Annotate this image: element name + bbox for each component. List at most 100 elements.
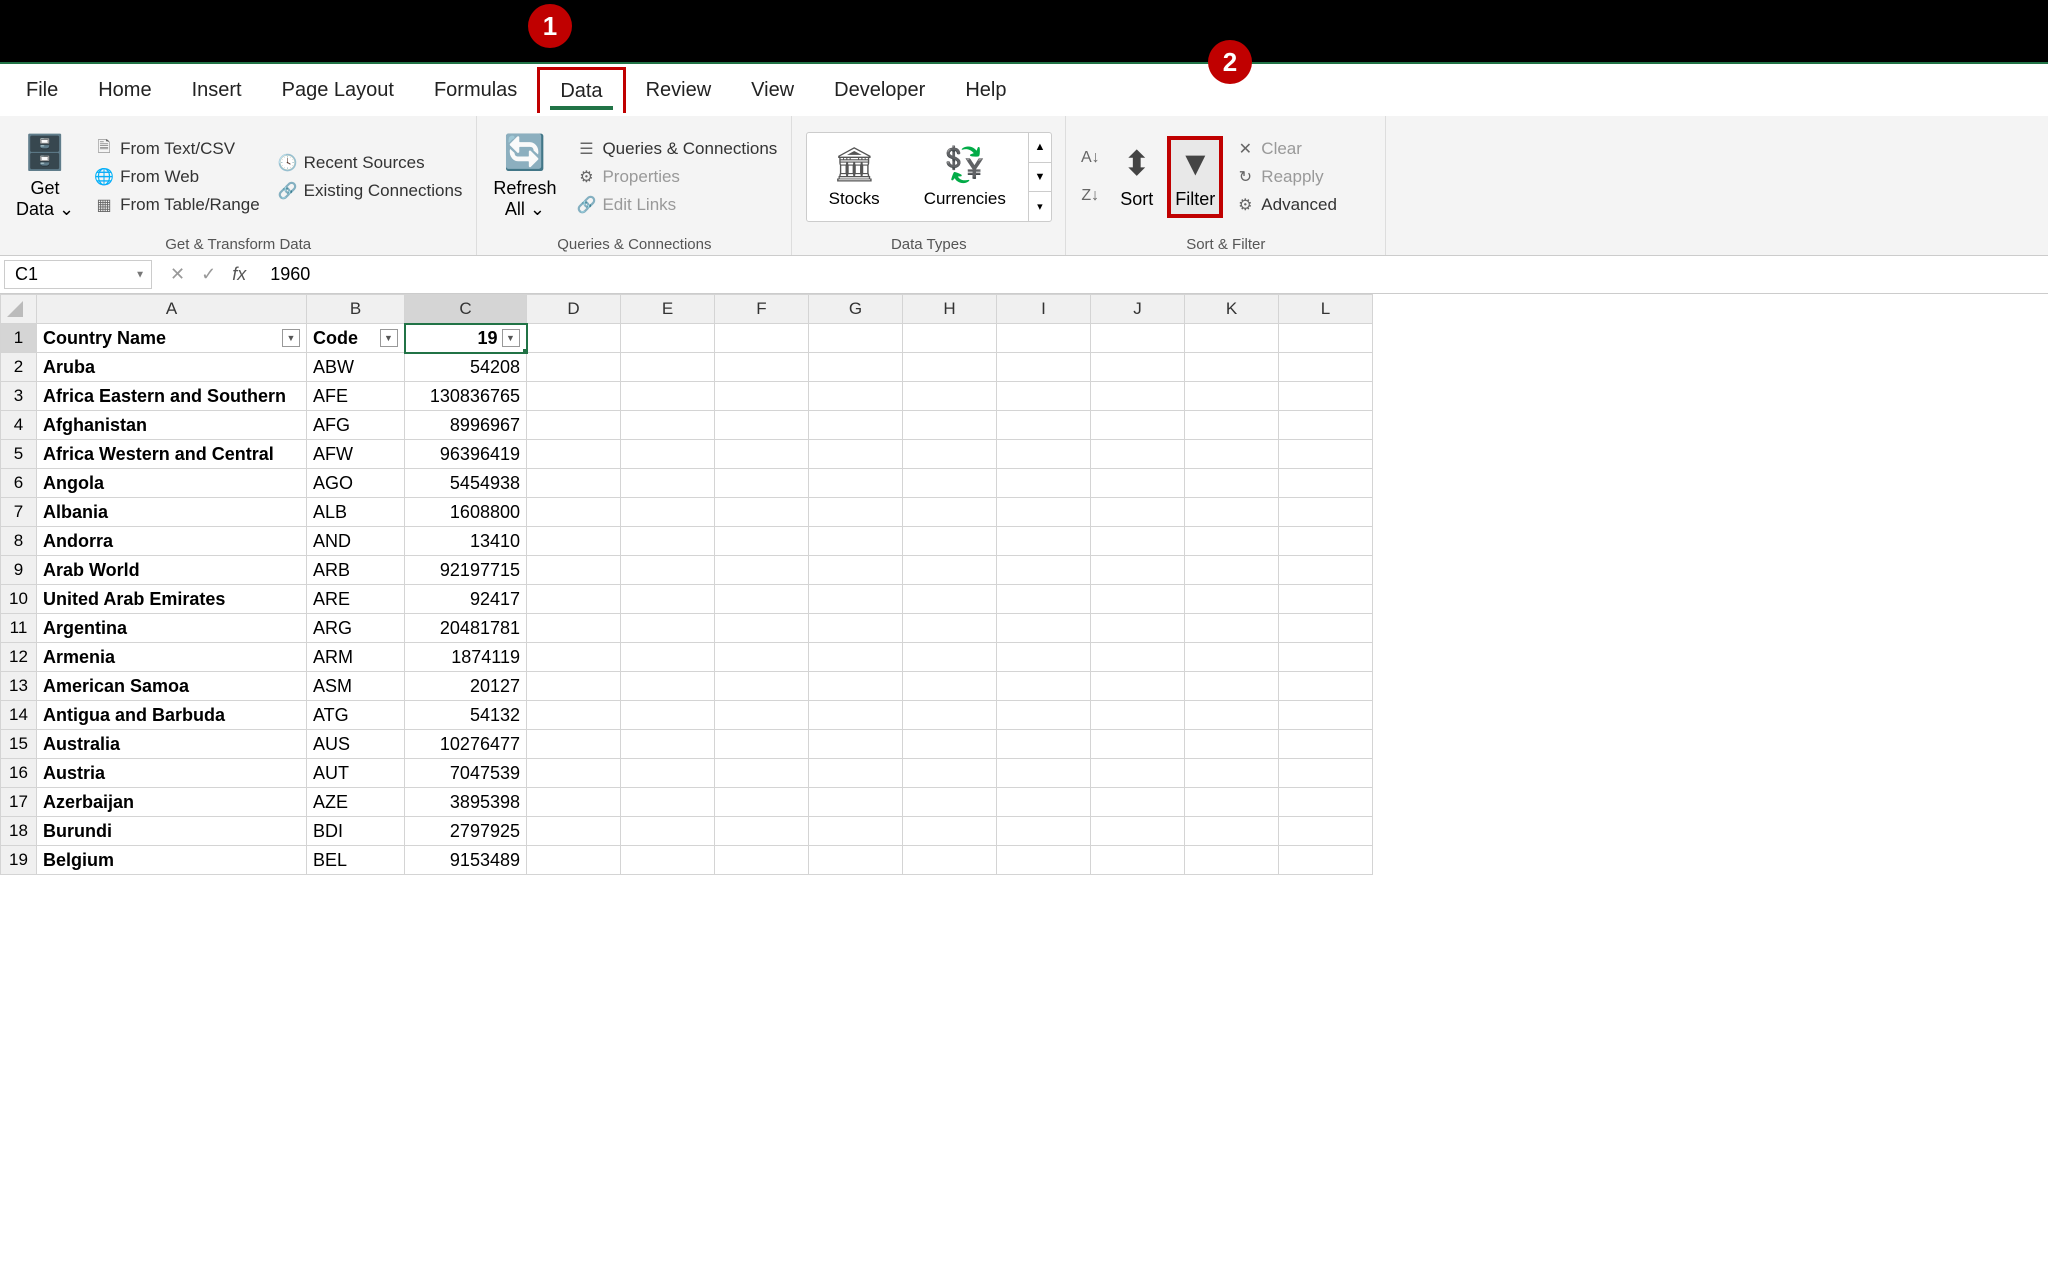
- cell[interactable]: [527, 440, 621, 469]
- from-table-range-button[interactable]: ▦From Table/Range: [88, 193, 266, 217]
- cell[interactable]: [621, 440, 715, 469]
- cell[interactable]: [621, 759, 715, 788]
- cell[interactable]: [1279, 759, 1373, 788]
- cell[interactable]: [997, 353, 1091, 382]
- column-header-C[interactable]: C: [405, 295, 527, 324]
- row-header[interactable]: 19: [1, 846, 37, 875]
- cell[interactable]: 1874119: [405, 643, 527, 672]
- cell[interactable]: Andorra: [37, 527, 307, 556]
- cell[interactable]: [621, 556, 715, 585]
- cell[interactable]: [1185, 527, 1279, 556]
- row-header[interactable]: 13: [1, 672, 37, 701]
- cell[interactable]: [903, 817, 997, 846]
- row-header[interactable]: 6: [1, 469, 37, 498]
- cell[interactable]: [527, 556, 621, 585]
- cell[interactable]: Australia: [37, 730, 307, 759]
- tab-home[interactable]: Home: [78, 69, 171, 112]
- autofilter-dropdown[interactable]: ▼: [380, 329, 398, 347]
- cell[interactable]: [621, 498, 715, 527]
- cell[interactable]: [1185, 411, 1279, 440]
- cell[interactable]: [1279, 788, 1373, 817]
- cell[interactable]: [903, 614, 997, 643]
- cell[interactable]: [809, 817, 903, 846]
- cell[interactable]: [1279, 730, 1373, 759]
- row-header[interactable]: 9: [1, 556, 37, 585]
- row-header[interactable]: 7: [1, 498, 37, 527]
- cell[interactable]: AGO: [307, 469, 405, 498]
- cell[interactable]: [527, 411, 621, 440]
- refresh-all-button[interactable]: 🔄 Refresh All ⌄: [485, 131, 564, 223]
- cell[interactable]: United Arab Emirates: [37, 585, 307, 614]
- cell[interactable]: AFE: [307, 382, 405, 411]
- cell[interactable]: Argentina: [37, 614, 307, 643]
- cell[interactable]: [903, 643, 997, 672]
- cell[interactable]: ASM: [307, 672, 405, 701]
- cell[interactable]: [621, 324, 715, 353]
- data-type-stocks[interactable]: 🏛Stocks: [807, 133, 902, 221]
- cell[interactable]: [527, 730, 621, 759]
- column-header-H[interactable]: H: [903, 295, 997, 324]
- cell[interactable]: [1185, 556, 1279, 585]
- column-header-L[interactable]: L: [1279, 295, 1373, 324]
- cell[interactable]: Burundi: [37, 817, 307, 846]
- cell[interactable]: Albania: [37, 498, 307, 527]
- cell[interactable]: [903, 556, 997, 585]
- cell[interactable]: AFG: [307, 411, 405, 440]
- cell[interactable]: [1279, 382, 1373, 411]
- from-web-button[interactable]: 🌐From Web: [88, 165, 266, 189]
- cell[interactable]: [809, 701, 903, 730]
- cell[interactable]: [715, 817, 809, 846]
- cell[interactable]: [715, 411, 809, 440]
- advanced-filter-button[interactable]: ⚙Advanced: [1229, 193, 1343, 217]
- cell[interactable]: BDI: [307, 817, 405, 846]
- cell[interactable]: Code▼: [307, 324, 405, 353]
- cell[interactable]: 2797925: [405, 817, 527, 846]
- cell[interactable]: 20481781: [405, 614, 527, 643]
- cell[interactable]: [1091, 353, 1185, 382]
- row-header[interactable]: 12: [1, 643, 37, 672]
- column-header-E[interactable]: E: [621, 295, 715, 324]
- cell[interactable]: [1279, 846, 1373, 875]
- cell[interactable]: [527, 527, 621, 556]
- cell[interactable]: [997, 730, 1091, 759]
- autofilter-dropdown[interactable]: ▼: [282, 329, 300, 347]
- cell[interactable]: [527, 382, 621, 411]
- cell[interactable]: [903, 411, 997, 440]
- data-types-gallery[interactable]: 🏛Stocks 💱Currencies ▲ ▼ ▾: [806, 132, 1052, 222]
- cell[interactable]: ALB: [307, 498, 405, 527]
- cell[interactable]: [1279, 353, 1373, 382]
- name-box[interactable]: C1 ▼: [4, 260, 152, 289]
- cell[interactable]: Aruba: [37, 353, 307, 382]
- column-header-A[interactable]: A: [37, 295, 307, 324]
- cell[interactable]: AUT: [307, 759, 405, 788]
- cell[interactable]: [715, 498, 809, 527]
- cell[interactable]: [903, 469, 997, 498]
- cell[interactable]: [621, 411, 715, 440]
- cell[interactable]: [527, 498, 621, 527]
- cell[interactable]: [997, 556, 1091, 585]
- cell[interactable]: [527, 701, 621, 730]
- chevron-down-icon[interactable]: ▼: [135, 269, 145, 280]
- data-type-currencies[interactable]: 💱Currencies: [902, 133, 1028, 221]
- row-header[interactable]: 8: [1, 527, 37, 556]
- cell[interactable]: 130836765: [405, 382, 527, 411]
- cell[interactable]: Afghanistan: [37, 411, 307, 440]
- cell[interactable]: [715, 643, 809, 672]
- cell[interactable]: [809, 759, 903, 788]
- cell[interactable]: [1279, 701, 1373, 730]
- cell[interactable]: [1279, 440, 1373, 469]
- cell[interactable]: [903, 382, 997, 411]
- cell[interactable]: [621, 353, 715, 382]
- cell[interactable]: 19▼: [405, 324, 527, 353]
- cell[interactable]: [715, 759, 809, 788]
- cell[interactable]: [903, 498, 997, 527]
- cell[interactable]: [1185, 498, 1279, 527]
- cell[interactable]: [1091, 730, 1185, 759]
- tab-formulas[interactable]: Formulas: [414, 69, 537, 112]
- cell[interactable]: Azerbaijan: [37, 788, 307, 817]
- cell[interactable]: [1279, 469, 1373, 498]
- cell[interactable]: [1091, 614, 1185, 643]
- row-header[interactable]: 11: [1, 614, 37, 643]
- cell[interactable]: American Samoa: [37, 672, 307, 701]
- row-header[interactable]: 18: [1, 817, 37, 846]
